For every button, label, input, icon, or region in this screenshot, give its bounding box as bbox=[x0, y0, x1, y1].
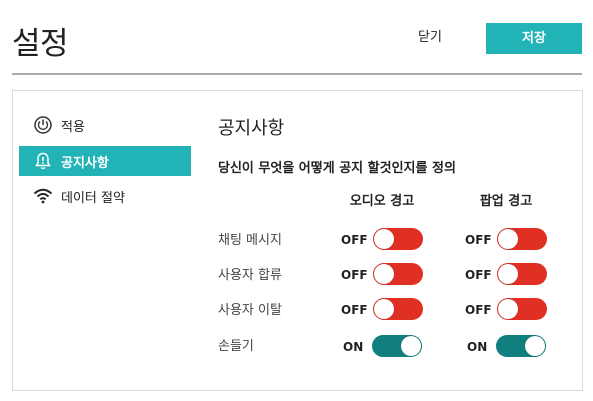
popup-toggle-raise-hand[interactable] bbox=[496, 335, 546, 357]
column-header-audio: 오디오 경고 bbox=[349, 194, 415, 209]
toggle-knob bbox=[525, 336, 545, 356]
row-label-raise-hand: 손들기 bbox=[218, 339, 254, 354]
toggle-knob bbox=[498, 299, 518, 319]
wifi-icon bbox=[32, 185, 54, 207]
section-description: 당신이 무엇을 어떻게 공지 할것인지를 정의 bbox=[218, 161, 456, 176]
audio-toggle-raise-hand[interactable] bbox=[372, 335, 422, 357]
audio-toggle-state: ON bbox=[343, 340, 364, 354]
close-button[interactable]: 닫기 bbox=[402, 24, 458, 52]
column-header-popup: 팝업 경고 bbox=[479, 194, 533, 209]
sidebar-item-data-saving[interactable]: 데이터 절약 bbox=[19, 181, 191, 211]
power-icon bbox=[32, 114, 54, 136]
sidebar-item-notifications[interactable]: 공지사항 bbox=[19, 146, 191, 176]
section-title: 공지사항 bbox=[218, 118, 285, 139]
popup-toggle-state: OFF bbox=[465, 268, 492, 282]
bell-alert-icon bbox=[32, 150, 54, 172]
toggle-knob bbox=[374, 299, 394, 319]
header: 설정 닫기 저장 bbox=[0, 0, 593, 74]
page-title: 설정 bbox=[12, 26, 69, 62]
popup-toggle-state: ON bbox=[467, 340, 488, 354]
save-button[interactable]: 저장 bbox=[486, 23, 582, 54]
row-label-user-join: 사용자 합류 bbox=[218, 268, 282, 283]
audio-toggle-state: OFF bbox=[341, 233, 368, 247]
audio-toggle-user-join[interactable] bbox=[373, 263, 423, 285]
audio-toggle-chat-message[interactable] bbox=[373, 228, 423, 250]
audio-toggle-user-leave[interactable] bbox=[373, 298, 423, 320]
row-label-chat-message: 채팅 메시지 bbox=[218, 233, 282, 248]
toggle-knob bbox=[401, 336, 421, 356]
sidebar-item-label: 공지사항 bbox=[61, 155, 109, 171]
toggle-knob bbox=[374, 264, 394, 284]
sidebar-item-apply[interactable]: 적용 bbox=[19, 110, 191, 140]
audio-toggle-state: OFF bbox=[341, 268, 368, 282]
popup-toggle-user-join[interactable] bbox=[497, 263, 547, 285]
popup-toggle-user-leave[interactable] bbox=[497, 298, 547, 320]
toggle-knob bbox=[498, 264, 518, 284]
sidebar-item-label: 적용 bbox=[61, 119, 85, 135]
popup-toggle-state: OFF bbox=[465, 303, 492, 317]
toggle-knob bbox=[374, 229, 394, 249]
audio-toggle-state: OFF bbox=[341, 303, 368, 317]
popup-toggle-chat-message[interactable] bbox=[497, 228, 547, 250]
toggle-knob bbox=[498, 229, 518, 249]
popup-toggle-state: OFF bbox=[465, 233, 492, 247]
sidebar-item-label: 데이터 절약 bbox=[61, 190, 125, 206]
row-label-user-leave: 사용자 이탈 bbox=[218, 303, 282, 318]
header-divider bbox=[12, 73, 582, 75]
